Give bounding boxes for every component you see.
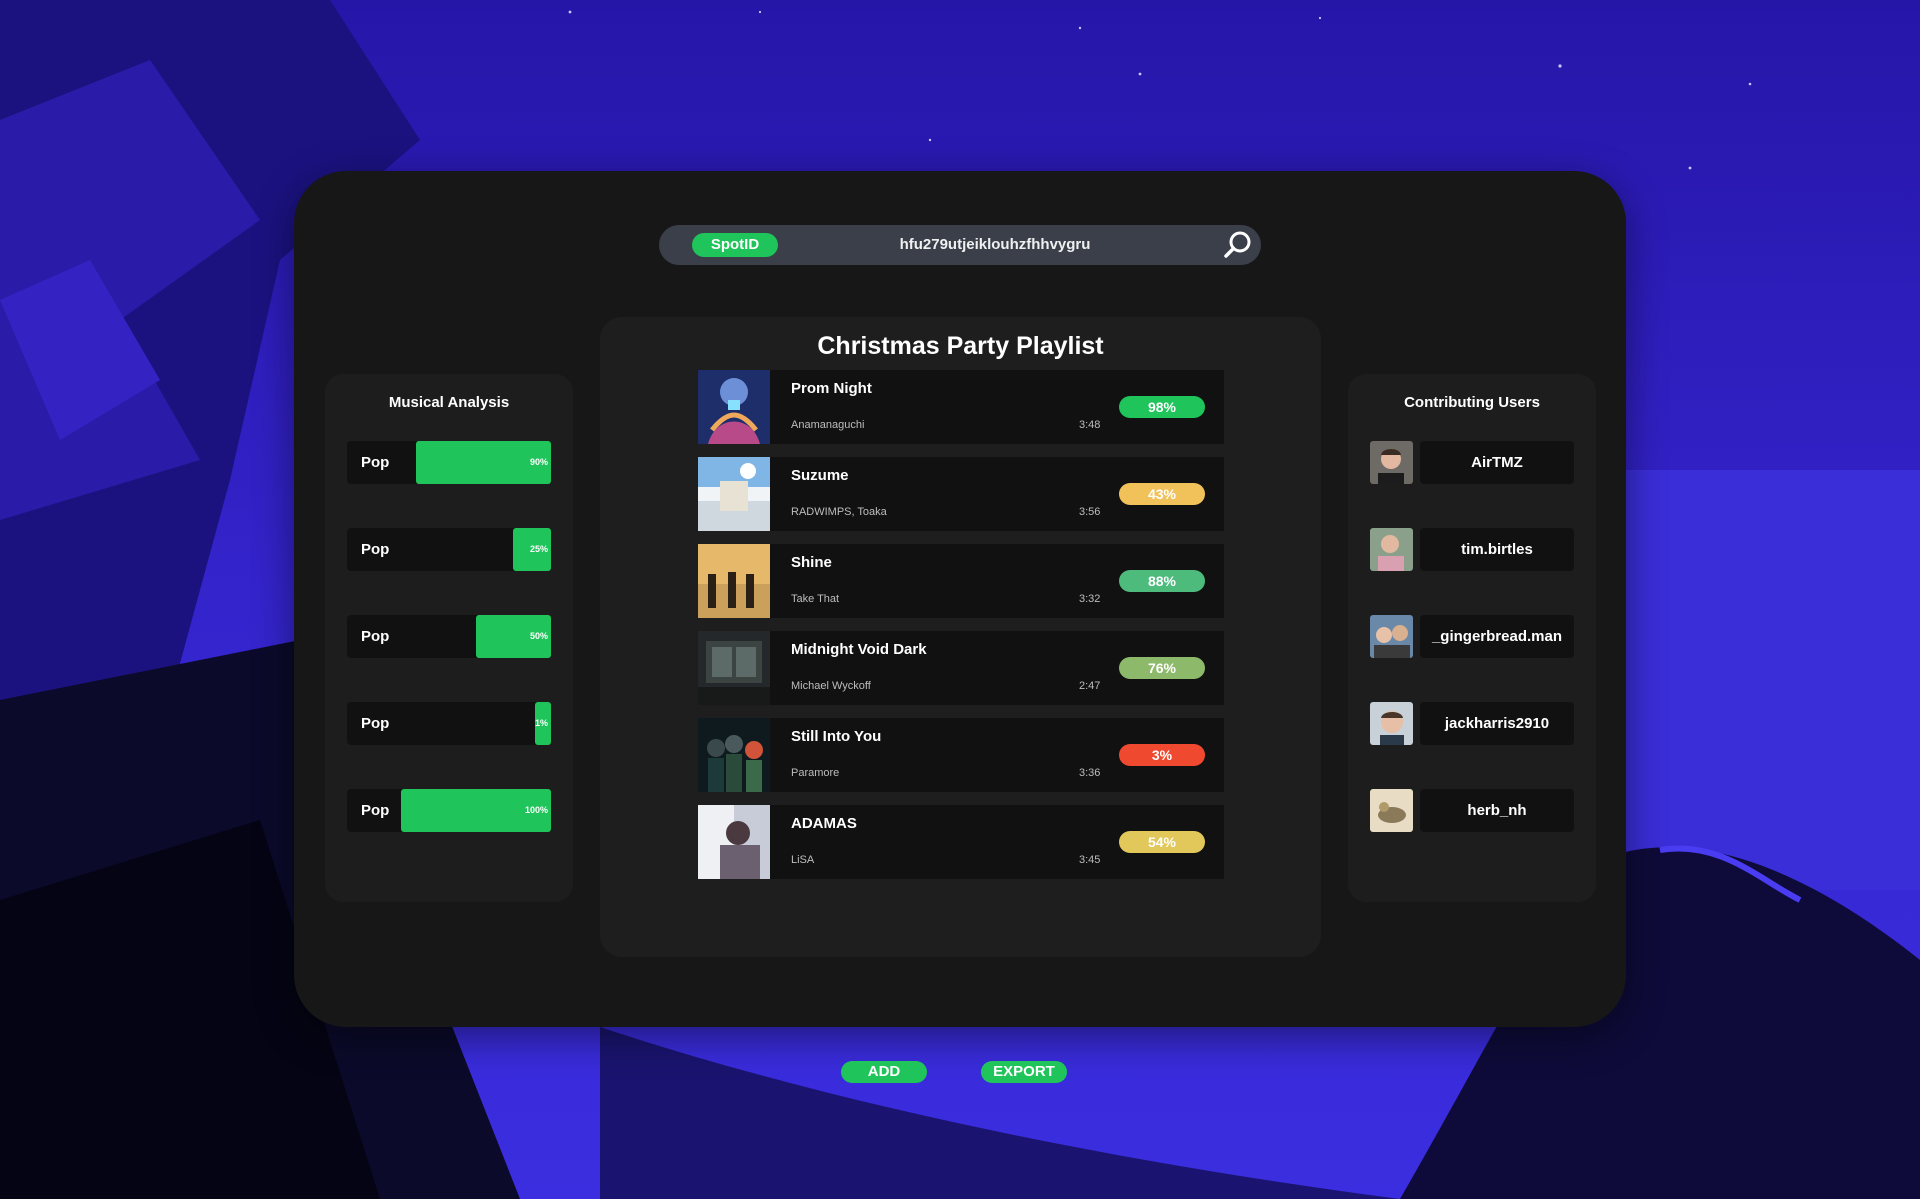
search-input[interactable]: hfu279utjeiklouhzfhhvygru — [809, 225, 1181, 265]
album-cover — [698, 544, 770, 618]
user-row[interactable]: jackharris2910 — [1370, 702, 1574, 745]
username: jackharris2910 — [1420, 702, 1574, 745]
track-row[interactable]: Still Into You Paramore 3:36 3% — [698, 718, 1224, 792]
track-duration: 3:36 — [1079, 767, 1101, 779]
track-row[interactable]: ADAMAS LiSA 3:45 54% — [698, 805, 1224, 879]
genre-label: Pop — [361, 802, 390, 819]
track-title: Midnight Void Dark — [791, 641, 927, 658]
track-row[interactable]: Midnight Void Dark Michael Wyckoff 2:47 76% — [698, 631, 1224, 705]
track-artist: Anamanaguchi — [791, 419, 865, 431]
contributing-users-panel: Contributing Users AirTMZ tim.birtles _gin… — [1348, 374, 1596, 902]
avatar — [1370, 702, 1413, 745]
track-duration: 3:56 — [1079, 506, 1101, 518]
album-cover — [698, 718, 770, 792]
album-cover — [698, 370, 770, 444]
username: AirTMZ — [1420, 441, 1574, 484]
playlist-panel: Christmas Party Playlist Prom Night Anama… — [600, 317, 1321, 1083]
username: _gingerbread.man — [1420, 615, 1574, 658]
track-artist: LiSA — [791, 854, 815, 866]
genre-percent: 100% — [524, 805, 548, 815]
musical-analysis-panel: Musical Analysis Pop 90% Pop 25% Pop 50% Pop 1%… — [325, 374, 573, 902]
album-cover — [698, 457, 770, 531]
user-row[interactable]: tim.birtles — [1370, 528, 1574, 571]
match-score-badge: 88% — [1119, 570, 1205, 592]
match-score-badge: 43% — [1119, 483, 1205, 505]
search-bar[interactable]: SpotID hfu279utjeiklouhzfhhvygru — [659, 225, 1261, 265]
app-window: SpotID hfu279utjeiklouhzfhhvygru Musical… — [294, 171, 1626, 1083]
album-cover — [698, 805, 770, 879]
match-score-badge: 98% — [1119, 396, 1205, 418]
match-score-badge: 54% — [1119, 831, 1205, 853]
analysis-row: Pop 100% — [347, 789, 551, 832]
analysis-row: Pop 50% — [347, 615, 551, 658]
avatar — [1370, 615, 1413, 658]
genre-percent: 25% — [529, 544, 548, 554]
add-button[interactable]: ADD — [841, 1061, 927, 1083]
track-title: Prom Night — [791, 380, 872, 397]
search-icon[interactable] — [1223, 230, 1253, 260]
user-row[interactable]: AirTMZ — [1370, 441, 1574, 484]
username: tim.birtles — [1420, 528, 1574, 571]
track-duration: 3:45 — [1079, 854, 1101, 866]
track-title: Still Into You — [791, 728, 882, 745]
genre-label: Pop — [361, 541, 390, 558]
export-button[interactable]: EXPORT — [981, 1061, 1067, 1083]
avatar — [1370, 441, 1413, 484]
track-artist: Michael Wyckoff — [791, 680, 871, 692]
user-row[interactable]: herb_nh — [1370, 789, 1574, 832]
analysis-row: Pop 25% — [347, 528, 551, 571]
track-duration: 2:47 — [1079, 680, 1101, 692]
spotid-chip[interactable]: SpotID — [692, 233, 778, 257]
track-row[interactable]: Prom Night Anamanaguchi 3:48 98% — [698, 370, 1224, 444]
musical-analysis-title: Musical Analysis — [388, 394, 510, 411]
track-title: Shine — [791, 554, 832, 571]
track-title: Suzume — [791, 467, 849, 484]
track-artist: RADWIMPS, Toaka — [791, 506, 887, 518]
genre-label: Pop — [361, 454, 390, 471]
genre-percent: 90% — [529, 457, 548, 467]
playlist-title: Christmas Party Playlist — [817, 332, 1104, 360]
user-row[interactable]: _gingerbread.man — [1370, 615, 1574, 658]
contributing-users-title: Contributing Users — [1404, 394, 1540, 411]
genre-label: Pop — [361, 715, 390, 732]
genre-percent: 50% — [529, 631, 548, 641]
avatar — [1370, 789, 1413, 832]
track-duration: 3:48 — [1079, 419, 1101, 431]
track-artist: Paramore — [791, 767, 840, 779]
track-duration: 3:32 — [1079, 593, 1101, 605]
genre-percent: 1% — [534, 718, 548, 728]
track-row[interactable]: Shine Take That 3:32 88% — [698, 544, 1224, 618]
username: herb_nh — [1420, 789, 1574, 832]
avatar — [1370, 528, 1413, 571]
genre-label: Pop — [361, 628, 390, 645]
track-row[interactable]: Suzume RADWIMPS, Toaka 3:56 43% — [698, 457, 1224, 531]
track-artist: Take That — [791, 593, 840, 605]
match-score-badge: 3% — [1119, 744, 1205, 766]
track-title: ADAMAS — [791, 815, 857, 832]
album-cover — [698, 631, 770, 705]
analysis-row: Pop 90% — [347, 441, 551, 484]
match-score-badge: 76% — [1119, 657, 1205, 679]
analysis-row: Pop 1% — [347, 702, 551, 745]
